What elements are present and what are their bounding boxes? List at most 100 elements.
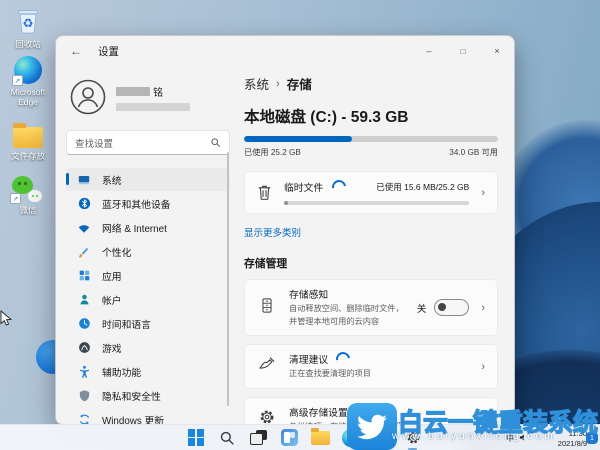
- sidebar-item-label: 游戏: [102, 343, 122, 355]
- cleanup-desc: 正在查找要清理的项目: [289, 369, 371, 379]
- disk-used-label: 已使用 25.2 GB: [244, 148, 301, 157]
- window-title: 设置: [98, 45, 119, 58]
- sidebar-item-bluetooth[interactable]: 蓝牙和其他设备: [66, 192, 230, 215]
- chevron-right-icon: ›: [481, 301, 485, 314]
- titlebar[interactable]: ← 设置 – □ ×: [56, 36, 514, 66]
- desktop-icon-wechat[interactable]: ↗ 微信: [4, 176, 52, 215]
- disk-title: 本地磁盘 (C:) - 59.3 GB: [244, 109, 409, 126]
- cleanup-recommendations-row[interactable]: 清理建议 正在查找要清理的项目 ›: [244, 344, 498, 390]
- shield-icon: [77, 389, 91, 403]
- desktop-icon-recycle-bin[interactable]: ♻ 回收站: [4, 6, 52, 49]
- temp-files-usage: 已使用 15.6 MB/25.2 GB: [376, 182, 470, 192]
- sidebar-item-system[interactable]: 系统: [66, 168, 230, 191]
- sidebar-item-label: 蓝牙和其他设备: [102, 199, 171, 211]
- temp-files-row[interactable]: 临时文件 已使用 15.6 MB/25.2 GB ›: [244, 171, 498, 214]
- close-button[interactable]: ×: [480, 36, 514, 66]
- storage-sense-icon: [257, 297, 277, 319]
- desktop-icon-label: 微信: [19, 205, 37, 215]
- storage-sense-desc: 自动释放空间、删除临时文件， 并管理本地可用的云内容: [289, 304, 404, 326]
- sidebar-item-apps[interactable]: 应用: [66, 264, 230, 287]
- breadcrumb-parent[interactable]: 系统: [244, 74, 269, 93]
- disk-bar-used: [244, 136, 352, 142]
- avatar: [70, 79, 106, 115]
- settings-window: ← 设置 – □ × 铭 查找设置 系统 蓝牙和其他设备 网络 & Intern…: [55, 35, 515, 425]
- desktop-icon-label: 回收站: [15, 39, 41, 49]
- broom-icon: [257, 356, 277, 377]
- sidebar-item-network[interactable]: 网络 & Internet: [66, 216, 230, 239]
- sidebar-item-windows-update[interactable]: Windows 更新: [66, 408, 230, 424]
- sidebar-item-label: 时间和语言: [102, 319, 151, 331]
- user-profile[interactable]: 铭: [66, 68, 230, 120]
- sidebar-item-label: 网络 & Internet: [102, 223, 167, 235]
- sidebar-item-label: 帐户: [102, 295, 122, 307]
- breadcrumb-separator: ›: [276, 77, 280, 90]
- gear-icon: [257, 409, 277, 424]
- taskbar-search-button[interactable]: [217, 428, 237, 448]
- accessibility-icon: [77, 365, 91, 379]
- disk-usage-bar: [244, 136, 498, 142]
- minimize-button[interactable]: –: [412, 36, 446, 66]
- sidebar-item-personalization[interactable]: 个性化: [66, 240, 230, 263]
- desktop-icon-folder[interactable]: 文件存放: [4, 122, 52, 161]
- bluetooth-icon: [77, 197, 91, 211]
- search-placeholder: 查找设置: [75, 138, 114, 150]
- person-icon: [77, 293, 91, 307]
- cleanup-title: 清理建议: [289, 355, 329, 367]
- widgets-button[interactable]: [279, 428, 299, 448]
- temp-files-title: 临时文件: [284, 183, 324, 194]
- section-title: 存储管理: [244, 258, 288, 270]
- sidebar-item-privacy[interactable]: 隐私和安全性: [66, 384, 230, 407]
- mouse-cursor: [0, 310, 13, 326]
- sidebar-item-label: 隐私和安全性: [102, 391, 161, 403]
- folder-icon: [13, 123, 43, 148]
- desktop-icon-edge[interactable]: ↗ Microsoft Edge: [4, 56, 52, 107]
- file-explorer-button[interactable]: [310, 427, 330, 448]
- task-view-button[interactable]: [248, 428, 268, 448]
- system-icon: [77, 173, 91, 187]
- user-name: 铭: [116, 84, 190, 99]
- bird-icon: [357, 414, 387, 439]
- redacted-name: [116, 86, 150, 96]
- loading-spinner-icon: [333, 349, 353, 370]
- sidebar-nav: 系统 蓝牙和其他设备 网络 & Internet 个性化 应用 帐户 时间和语言…: [66, 168, 230, 424]
- chevron-right-icon: ›: [481, 186, 485, 199]
- sidebar-item-time-language[interactable]: 时间和语言: [66, 312, 230, 335]
- sidebar-item-accessibility[interactable]: 辅助功能: [66, 360, 230, 383]
- sidebar-item-label: 个性化: [102, 247, 132, 259]
- brush-icon: [77, 245, 91, 259]
- show-more-categories-link[interactable]: 显示更多类别: [244, 225, 301, 239]
- sidebar: 铭 查找设置 系统 蓝牙和其他设备 网络 & Internet 个性化 应用 帐…: [56, 66, 236, 424]
- storage-sense-title: 存储感知: [289, 290, 329, 301]
- shortcut-arrow-icon: ↗: [12, 75, 23, 86]
- sidebar-item-gaming[interactable]: 游戏: [66, 336, 230, 359]
- sidebar-item-label: 应用: [102, 271, 122, 283]
- search-icon: [220, 431, 234, 445]
- apps-icon: [77, 269, 91, 283]
- back-button[interactable]: ←: [70, 44, 82, 58]
- start-button[interactable]: [186, 428, 206, 448]
- desktop-icon-label: 文件存放: [10, 151, 45, 161]
- wechat-icon: ↗: [10, 176, 44, 204]
- storage-sense-row[interactable]: 存储感知 自动释放空间、删除临时文件， 并管理本地可用的云内容 关 ›: [244, 279, 498, 337]
- shortcut-arrow-icon: ↗: [10, 193, 21, 204]
- wifi-icon: [77, 221, 91, 235]
- toggle-state-label: 关: [416, 303, 427, 315]
- breadcrumb-current: 存储: [286, 78, 312, 92]
- storage-sense-toggle[interactable]: [434, 299, 470, 317]
- sidebar-scrollbar[interactable]: [227, 152, 229, 406]
- recycle-glyph: ♻: [22, 16, 33, 30]
- folder-icon: [310, 427, 330, 445]
- sidebar-item-label: 辅助功能: [102, 367, 142, 379]
- sidebar-item-accounts[interactable]: 帐户: [66, 288, 230, 311]
- trash-icon: [258, 185, 271, 200]
- recycle-bin-icon: ♻: [18, 10, 38, 34]
- desktop-icon-label: Microsoft Edge: [10, 87, 46, 108]
- breadcrumb: 系统 › 存储: [244, 74, 498, 93]
- sidebar-item-label: 系统: [102, 175, 122, 187]
- redacted-email: [116, 102, 190, 111]
- maximize-button[interactable]: □: [446, 36, 480, 66]
- widgets-icon: [280, 429, 298, 446]
- search-input[interactable]: 查找设置: [66, 130, 230, 155]
- windows-logo-icon: [187, 429, 205, 446]
- watermark-url: www.baiyunxitong.com: [392, 431, 556, 442]
